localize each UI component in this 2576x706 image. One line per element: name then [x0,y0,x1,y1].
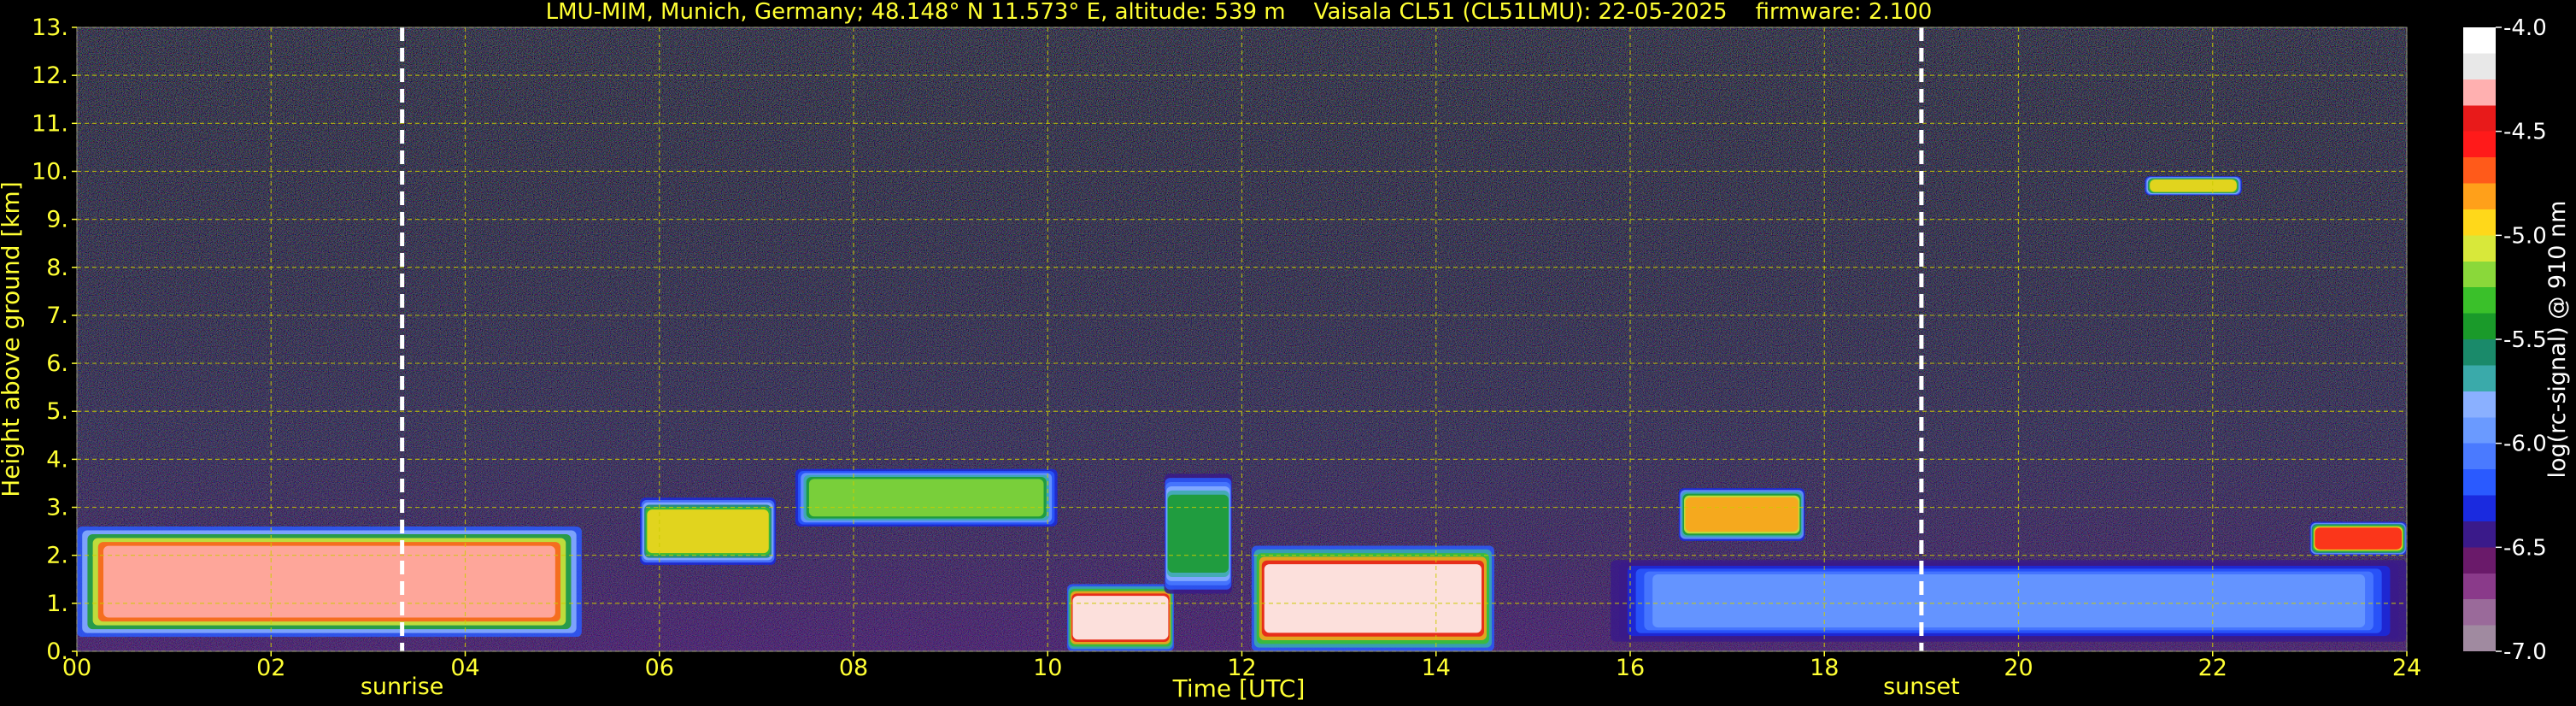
event-label-sunset: sunset [1883,674,1960,700]
ceilometer-chart: LMU-MIM, Munich, Germany; 48.148° N 11.5… [0,0,2571,703]
event-label-sunrise: sunrise [361,674,444,700]
y-tick-label: 2. [46,543,68,569]
y-tick-label: 0. [46,638,68,665]
layer-cloud [1066,584,1174,651]
layer-band [103,545,555,618]
x-tick-label: 10 [1033,655,1062,681]
layer-band [1072,596,1169,640]
colorbar-label: log(rc-signal) @ 910 nm [2544,201,2571,479]
layer-band [2315,527,2403,550]
y-tick-label: 6. [46,350,68,377]
x-tick-label: 02 [256,655,285,681]
y-tick-label: 7. [46,303,68,329]
y-tick-label: 5. [46,398,68,425]
colorbar-ticks: -4.0 -4.5 -5.0 -5.5 -6.0 -6.5 -7.0 [2496,15,2547,665]
layer-boundary [1611,560,2407,642]
layer-band [1652,574,2366,628]
colorbar: -4.0 -4.5 -5.0 -5.5 -6.0 -6.5 -7.0 log(rc-sign… [2463,15,2571,665]
y-tick-label: 11. [32,110,68,137]
plot-area [76,26,2408,652]
x-tick-label: 16 [1616,655,1645,681]
layer-band [1167,494,1229,574]
y-axis-ticks: 0. 1. 2. 3. 4. 5. 6. 7. 8. 9. 10. 11. 12. 13. [32,15,77,665]
y-axis-label: Height above ground [km] [0,181,25,497]
y-tick-label: 4. [46,446,68,473]
layer-aerosol [795,468,1058,527]
x-tick-label: 04 [450,655,479,681]
x-axis-label: Time [UTC] [1172,674,1306,703]
layer-aerosol [1164,474,1233,594]
layer-band [1264,564,1482,633]
x-tick-label: 22 [2198,655,2227,681]
layer-aerosol [1678,488,1805,541]
x-tick-label: 14 [1422,655,1451,681]
x-tick-label: 06 [645,655,674,681]
layer-band [1685,497,1799,532]
chart-title: LMU-MIM, Munich, Germany; 48.148° N 11.5… [546,0,1933,25]
colorbar-tick-label: -5.0 [2503,223,2547,249]
y-tick-label: 10. [32,158,68,185]
colorbar-tick-label: -6.0 [2503,432,2547,457]
colorbar-tick-label: -6.5 [2503,535,2547,561]
layer-cloud [1251,545,1494,651]
layer-band [808,479,1044,517]
layer-band [647,509,769,554]
y-tick-label: 1. [46,591,68,617]
x-tick-label: 24 [2392,655,2421,681]
x-tick-label: 08 [839,655,868,681]
event-labels: sunrise sunset [361,674,1960,700]
y-tick-label: 12. [32,62,68,89]
layer-aerosol [77,527,582,638]
layer-aerosol [2309,521,2407,556]
x-tick-label: 20 [2004,655,2033,681]
colorbar-tick-label: -7.0 [2503,639,2547,665]
layer-cloud [2145,176,2242,196]
colorbar-tick-label: -4.5 [2503,120,2547,145]
colorbar-tick-label: -5.5 [2503,327,2547,353]
y-tick-label: 9. [46,207,68,233]
y-tick-label: 8. [46,255,68,281]
y-tick-label: 3. [46,495,68,521]
colorbar-tick-label: -4.0 [2503,15,2547,41]
y-tick-label: 13. [32,15,68,41]
colorbar-scale [2463,27,2496,651]
x-tick-label: 18 [1810,655,1839,681]
layer-band [2150,179,2237,192]
